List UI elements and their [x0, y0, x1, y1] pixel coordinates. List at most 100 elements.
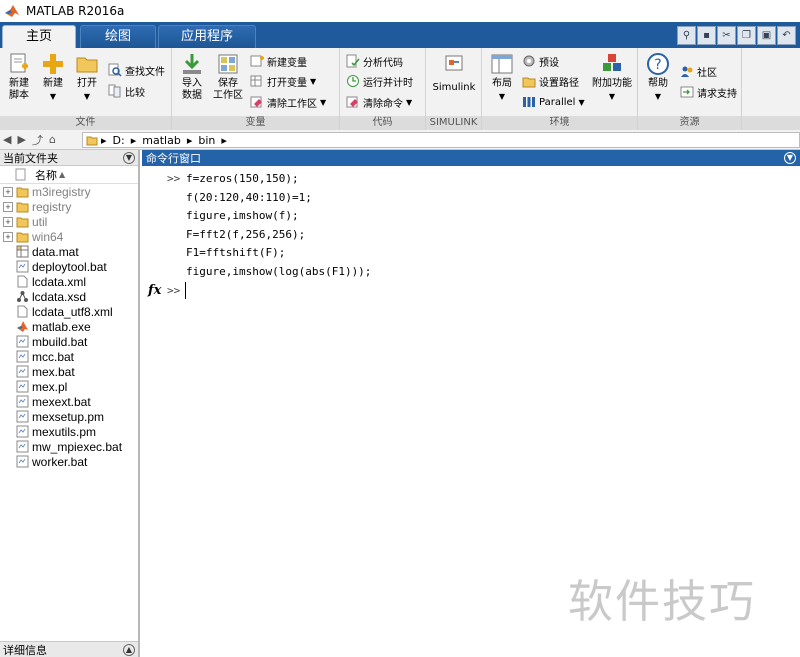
clear-workspace-button[interactable]: 清除工作区 ▼ [250, 93, 326, 111]
path-segment-bin[interactable]: bin [198, 134, 215, 147]
community-icon [681, 66, 693, 77]
file-row[interactable]: data.mat [0, 244, 138, 259]
clear-commands-button[interactable]: 清除命令 ▼ [346, 93, 412, 111]
simulink-button[interactable]: Simulink [430, 52, 478, 94]
search-docs-icon[interactable]: ⚲ [677, 26, 696, 45]
bat-file-icon [16, 425, 29, 438]
item-name: mex.pl [32, 379, 68, 394]
item-name: worker.bat [32, 454, 88, 469]
file-row[interactable]: mw_mpiexec.bat [0, 439, 138, 454]
folder-row[interactable]: + registry [0, 199, 138, 214]
file-row[interactable]: mex.pl [0, 379, 138, 394]
forward-arrow-icon[interactable]: ▶ [17, 133, 25, 146]
item-name: mex.bat [32, 364, 75, 379]
cut-icon[interactable]: ✂ [717, 26, 736, 45]
command-line: figure,imshow(f); [186, 209, 299, 222]
folder-row[interactable]: + win64 [0, 229, 138, 244]
file-row[interactable]: lcdata_utf8.xml [0, 304, 138, 319]
help-icon: ? [647, 53, 669, 75]
tab-plots[interactable]: 绘图 [80, 25, 156, 48]
community-button[interactable]: 社区 [680, 62, 717, 80]
panel-menu-icon[interactable]: ▼ [123, 151, 135, 164]
import-data-button[interactable]: 导入 数据 [176, 52, 208, 102]
tab-home[interactable]: 主页 [2, 25, 76, 48]
file-row[interactable]: mexsetup.pm [0, 409, 138, 424]
exe-file-icon [17, 321, 28, 332]
browse-folder-icon[interactable]: ⌂ [49, 133, 56, 146]
run-and-time-button[interactable]: 运行并计时 [346, 72, 413, 90]
addons-button[interactable]: 附加功能 ▼ [590, 52, 634, 103]
expand-icon[interactable]: + [3, 201, 13, 212]
request-support-button[interactable]: 请求支持 [680, 83, 737, 101]
open-button[interactable]: 打开 ▼ [72, 52, 102, 103]
new-variable-icon [250, 55, 264, 67]
expand-icon[interactable]: + [3, 231, 13, 242]
folder-file-icon [16, 187, 29, 198]
item-name: deploytool.bat [32, 259, 107, 274]
tab-apps[interactable]: 应用程序 [158, 25, 256, 48]
file-row[interactable]: mbuild.bat [0, 334, 138, 349]
bat-file-icon [16, 350, 29, 363]
command-line: f=zeros(150,150); [186, 172, 299, 185]
details-panel-header[interactable]: 详细信息 ▲ [0, 641, 138, 657]
file-row[interactable]: mexutils.pm [0, 424, 138, 439]
addons-cubes-icon [603, 54, 621, 71]
bat-file-icon [16, 365, 29, 378]
file-row[interactable]: mex.bat [0, 364, 138, 379]
open-variable-icon [250, 75, 262, 87]
mat-file-icon [16, 245, 29, 258]
file-row[interactable]: lcdata.xsd [0, 289, 138, 304]
up-folder-icon[interactable]: ⤴ [32, 132, 43, 148]
undo-icon[interactable]: ↶ [777, 26, 796, 45]
set-path-button[interactable]: 设置路径 [522, 72, 579, 90]
file-type-column-icon [15, 168, 26, 181]
save-icon[interactable]: ▪ [697, 26, 716, 45]
folder-icon [86, 136, 98, 146]
layout-button[interactable]: 布局 ▼ [486, 52, 518, 103]
folder-row[interactable]: + m3iregistry [0, 184, 138, 199]
analyze-code-icon [346, 54, 360, 68]
find-files-button[interactable]: 查找文件 [108, 61, 165, 79]
expand-icon[interactable]: + [3, 186, 13, 197]
expand-icon[interactable]: + [3, 216, 13, 227]
title-bar: MATLAB R2016a [0, 0, 800, 22]
command-window-menu-icon[interactable]: ▼ [784, 152, 796, 164]
function-browser-icon[interactable]: fx [148, 283, 161, 298]
file-row[interactable]: matlab.exe [0, 319, 138, 334]
copy-icon[interactable]: ❐ [737, 26, 756, 45]
file-row[interactable]: deploytool.bat [0, 259, 138, 274]
file-row[interactable]: worker.bat [0, 454, 138, 469]
new-script-button[interactable]: 新建 脚本 [4, 52, 34, 102]
name-column-header[interactable]: 名称 ▲ [0, 166, 138, 184]
help-button[interactable]: ? 帮助 ▼ [642, 52, 674, 103]
path-field[interactable]: ▸ D: ▸ matlab ▸ bin ▸ [82, 132, 800, 148]
path-segment-matlab[interactable]: matlab [142, 134, 181, 147]
compare-button[interactable]: 比较 [108, 82, 145, 100]
file-row[interactable]: mexext.bat [0, 394, 138, 409]
item-name: util [32, 214, 48, 229]
analyze-code-button[interactable]: 分析代码 [346, 52, 403, 70]
ribbon-section-resources: ? 帮助 ▼ 社区 请求支持 资源 [638, 48, 742, 130]
item-name: lcdata.xsd [32, 289, 87, 304]
back-arrow-icon[interactable]: ◀ [3, 133, 11, 146]
file-row[interactable]: mcc.bat [0, 349, 138, 364]
folder-row[interactable]: + util [0, 214, 138, 229]
save-workspace-button[interactable]: 保存 工作区 [212, 52, 244, 102]
details-expand-icon[interactable]: ▲ [123, 643, 135, 656]
path-drive[interactable]: D: [113, 134, 125, 147]
section-label-resources: 资源 [638, 116, 741, 130]
new-button[interactable]: 新建 ▼ [38, 52, 68, 103]
new-variable-button[interactable]: 新建变量 [250, 52, 307, 70]
preferences-button[interactable]: 预设 [522, 52, 559, 70]
parallel-button[interactable]: Parallel ▼ [522, 93, 585, 111]
run-time-icon [347, 75, 359, 87]
file-row[interactable]: lcdata.xml [0, 274, 138, 289]
open-variable-button[interactable]: 打开变量 ▼ [250, 72, 316, 90]
paste-icon[interactable]: ▣ [757, 26, 776, 45]
